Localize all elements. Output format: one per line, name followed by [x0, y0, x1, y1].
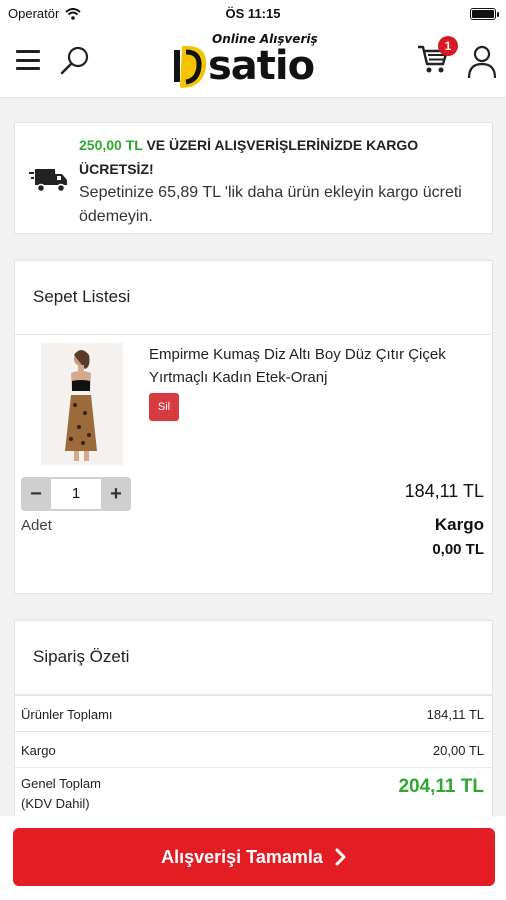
summary-row-value: 20,00 TL	[432, 743, 484, 758]
logo-wordmark: satio	[208, 43, 315, 89]
status-bar: Operatör ÖS 11:15	[0, 0, 506, 28]
order-summary-card: Sipariş Özeti Ürünler Toplamı 184,11 TL …	[14, 620, 493, 820]
cart-button[interactable]: 1	[416, 36, 458, 82]
increase-quantity-button[interactable]: +	[101, 483, 131, 506]
summary-row-value: 184,11 TL	[426, 707, 484, 722]
summary-row-shipping: Kargo 20,00 TL	[15, 731, 492, 767]
logo-mark-icon	[174, 45, 207, 88]
summary-row-label: Kargo	[21, 743, 56, 758]
complete-checkout-button[interactable]: Alışverişi Tamamla	[13, 828, 495, 886]
free-shipping-notice: 250,00 TL VE ÜZERİ ALIŞVERİŞLERİNİZDE KA…	[14, 122, 493, 234]
product-image[interactable]	[41, 343, 123, 465]
item-price: 184,11 TL	[404, 481, 484, 501]
shipping-threshold: 250,00 TL	[79, 137, 143, 153]
search-icon[interactable]	[58, 44, 92, 78]
basket-title: Sepet Listesi	[15, 261, 492, 335]
basket-list-card: Sepet Listesi Empirme Kumaş Diz Altı Boy…	[14, 260, 493, 594]
quantity-label: Adet	[21, 517, 52, 534]
top-navbar: Online Alışveriş satio 1	[0, 28, 506, 98]
delete-item-button[interactable]: Sil	[149, 393, 179, 421]
summary-title: Sipariş Özeti	[15, 621, 492, 695]
shipping-text: 250,00 TL VE ÜZERİ ALIŞVERİŞLERİNİZDE KA…	[79, 133, 482, 229]
truck-icon	[29, 169, 67, 193]
decrease-quantity-button[interactable]: −	[21, 483, 51, 506]
shipping-message: Sepetinize 65,89 TL 'lik daha ürün ekley…	[79, 184, 462, 225]
quantity-stepper: − 1 +	[21, 477, 131, 511]
shipping-headline: 250,00 TL VE ÜZERİ ALIŞVERİŞLERİNİZDE KA…	[79, 133, 482, 181]
menu-icon[interactable]	[16, 50, 40, 70]
quantity-input[interactable]: 1	[51, 479, 101, 509]
summary-row-products: Ürünler Toplamı 184,11 TL	[15, 695, 492, 731]
summary-row-label: Ürünler Toplamı	[21, 707, 113, 722]
chevron-right-icon	[335, 848, 346, 866]
user-icon[interactable]	[466, 44, 498, 80]
battery-icon	[470, 8, 499, 20]
summary-row-total: Genel Toplam (KDV Dahil) 204,11 TL	[15, 767, 492, 819]
clock: ÖS 11:15	[225, 6, 281, 21]
bottom-bar: Alışverişi Tamamla	[0, 816, 506, 900]
summary-total-label: Genel Toplam (KDV Dahil)	[21, 774, 101, 814]
summary-total-value: 204,11 TL	[398, 776, 484, 797]
item-shipping-value: 0,00 TL	[432, 541, 484, 558]
item-shipping-label: Kargo	[434, 515, 484, 534]
brand-logo[interactable]: Online Alışveriş satio	[168, 32, 350, 92]
product-name[interactable]: Empirme Kumaş Diz Altı Boy Düz Çıtır Çiç…	[149, 343, 469, 389]
summary-total-label-line2: (KDV Dahil)	[21, 796, 90, 811]
cart-count-badge: 1	[438, 36, 458, 56]
summary-total-label-line1: Genel Toplam	[21, 776, 101, 791]
checkout-label: Alışverişi Tamamla	[161, 846, 323, 867]
